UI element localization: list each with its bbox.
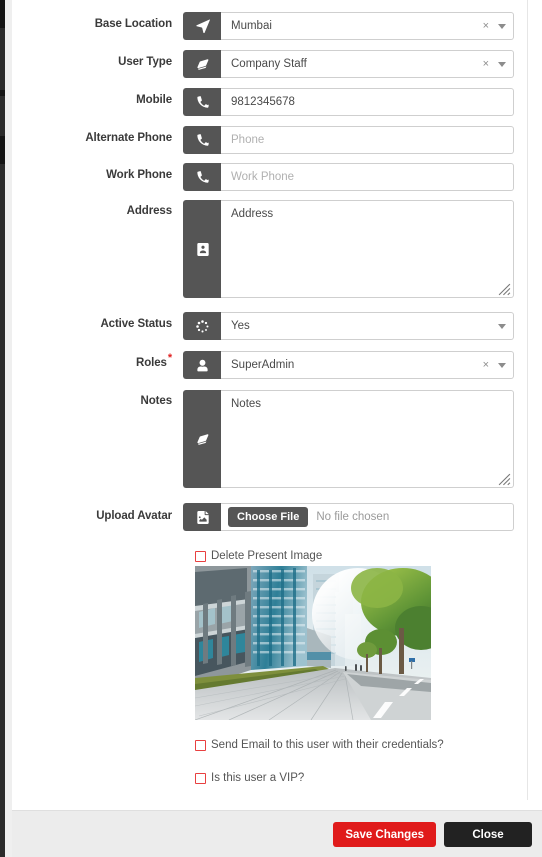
input-group-upload-avatar: Choose File No file chosen bbox=[183, 503, 514, 531]
input-group-active-status: Yes bbox=[183, 312, 514, 340]
textarea-notes[interactable]: Notes bbox=[221, 390, 514, 488]
file-input-upload-avatar[interactable]: Choose File No file chosen bbox=[221, 503, 514, 531]
label-roles: Roles* bbox=[12, 353, 172, 369]
select-active-status-value: Yes bbox=[231, 320, 250, 332]
checkbox-label-is-vip: Is this user a VIP? bbox=[211, 772, 305, 784]
phone-icon bbox=[183, 163, 221, 191]
clear-icon[interactable]: × bbox=[483, 20, 489, 32]
textarea-address-placeholder: Address bbox=[231, 208, 274, 220]
contact-card-icon bbox=[183, 200, 221, 298]
select-user-type[interactable]: Company Staff × bbox=[221, 50, 514, 78]
checkbox-row-send-email-credentials[interactable]: Send Email to this user with their crede… bbox=[195, 739, 444, 751]
book-icon bbox=[183, 390, 221, 488]
input-mobile-value: 9812345678 bbox=[231, 96, 295, 108]
file-status-text: No file chosen bbox=[316, 511, 390, 523]
label-active-status: Active Status bbox=[100, 318, 172, 330]
select-tools: × bbox=[483, 13, 506, 39]
input-group-mobile: 9812345678 bbox=[183, 88, 514, 116]
checkbox-label-delete-present-image: Delete Present Image bbox=[211, 550, 323, 562]
checkbox-delete-present-image[interactable] bbox=[195, 550, 206, 562]
image-file-icon bbox=[183, 503, 221, 531]
modal-footer: Save Changes Close bbox=[12, 810, 542, 857]
phone-icon bbox=[183, 126, 221, 154]
user-icon bbox=[183, 351, 221, 379]
select-roles-value: SuperAdmin bbox=[231, 359, 295, 371]
phone-icon bbox=[183, 88, 221, 116]
input-alternate-phone-placeholder: Phone bbox=[231, 134, 265, 146]
input-mobile[interactable]: 9812345678 bbox=[221, 88, 514, 116]
label-upload-avatar: Upload Avatar bbox=[96, 510, 172, 522]
checkbox-row-delete-present-image[interactable]: Delete Present Image bbox=[195, 550, 322, 562]
book-icon bbox=[183, 50, 221, 78]
select-tools: × bbox=[483, 51, 506, 77]
chevron-down-icon[interactable] bbox=[498, 23, 506, 29]
checkbox-send-email-credentials[interactable] bbox=[195, 739, 206, 751]
save-changes-button[interactable]: Save Changes bbox=[333, 822, 436, 847]
clear-icon[interactable]: × bbox=[483, 359, 489, 371]
input-group-alternate-phone: Phone bbox=[183, 126, 514, 154]
avatar-preview-image bbox=[195, 566, 431, 720]
textarea-notes-placeholder: Notes bbox=[231, 398, 262, 410]
label-base-location: Base Location bbox=[94, 18, 172, 30]
checkbox-label-send-email-credentials: Send Email to this user with their crede… bbox=[211, 739, 444, 751]
label-work-phone: Work Phone bbox=[106, 169, 172, 181]
input-alternate-phone[interactable]: Phone bbox=[221, 126, 514, 154]
select-roles[interactable]: SuperAdmin × bbox=[221, 351, 514, 379]
input-group-notes: Notes bbox=[183, 390, 514, 488]
select-user-type-value: Company Staff bbox=[231, 58, 307, 70]
location-arrow-icon bbox=[183, 12, 221, 40]
checkbox-is-vip[interactable] bbox=[195, 772, 206, 784]
input-group-roles: SuperAdmin × bbox=[183, 351, 514, 379]
resize-grip-icon[interactable] bbox=[498, 473, 511, 486]
select-tools: × bbox=[483, 352, 506, 378]
chevron-down-icon[interactable] bbox=[498, 61, 506, 67]
edit-user-modal: Base Location Mumbai × User Type Company… bbox=[12, 0, 542, 857]
chevron-down-icon[interactable] bbox=[498, 362, 506, 368]
input-group-address: Address bbox=[183, 200, 514, 298]
label-mobile: Mobile bbox=[136, 94, 172, 106]
select-tools bbox=[498, 313, 506, 339]
label-address: Address bbox=[126, 205, 172, 217]
input-work-phone-placeholder: Work Phone bbox=[231, 171, 295, 183]
spinner-icon bbox=[183, 312, 221, 340]
label-user-type: User Type bbox=[118, 56, 172, 68]
clear-icon[interactable]: × bbox=[483, 58, 489, 70]
input-group-work-phone: Work Phone bbox=[183, 163, 514, 191]
choose-file-button[interactable]: Choose File bbox=[228, 507, 309, 527]
label-alternate-phone: Alternate Phone bbox=[85, 132, 172, 144]
modal-body: Base Location Mumbai × User Type Company… bbox=[12, 0, 528, 800]
select-base-location[interactable]: Mumbai × bbox=[221, 12, 514, 40]
input-group-base-location: Mumbai × bbox=[183, 12, 514, 40]
select-active-status[interactable]: Yes bbox=[221, 312, 514, 340]
label-notes: Notes bbox=[140, 395, 173, 407]
required-indicator: * bbox=[167, 352, 172, 365]
input-group-user-type: Company Staff × bbox=[183, 50, 514, 78]
label-roles-text: Roles bbox=[135, 357, 167, 369]
textarea-address[interactable]: Address bbox=[221, 200, 514, 298]
chevron-down-icon[interactable] bbox=[498, 323, 506, 329]
checkbox-row-is-vip[interactable]: Is this user a VIP? bbox=[195, 772, 304, 784]
resize-grip-icon[interactable] bbox=[498, 283, 511, 296]
input-work-phone[interactable]: Work Phone bbox=[221, 163, 514, 191]
close-button[interactable]: Close bbox=[444, 822, 532, 847]
select-base-location-value: Mumbai bbox=[231, 20, 272, 32]
